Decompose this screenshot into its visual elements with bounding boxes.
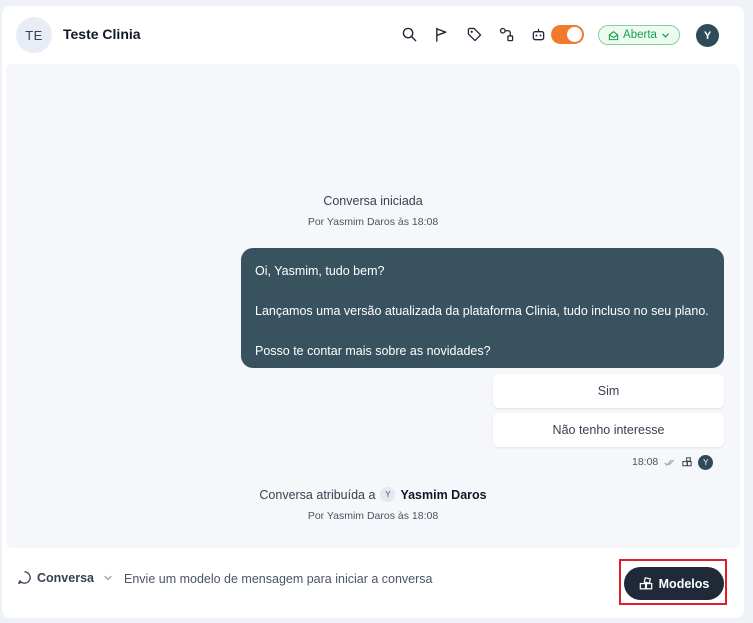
flag-icon[interactable] — [432, 25, 450, 43]
bot-icon[interactable] — [529, 25, 547, 43]
channel-label: Conversa — [37, 570, 94, 585]
assignee-avatar: Y — [380, 487, 396, 502]
template-icon — [682, 457, 692, 467]
templates-button-label: Modelos — [658, 576, 710, 591]
conversation-assigned-event: Conversa atribuída a Y Yasmim Daros — [6, 487, 740, 502]
conversation-started-title: Conversa iniciada — [323, 194, 423, 208]
conversation-started-subtitle: Por Yasmim Daros às 18:08 — [307, 216, 439, 228]
bot-toggle[interactable] — [551, 25, 584, 44]
message-line: Oi, Yasmim, tudo bem? — [255, 264, 385, 278]
tag-icon[interactable] — [465, 25, 483, 43]
message-meta: 18:08 Y — [632, 454, 714, 470]
quick-reply-sim[interactable]: Sim — [493, 374, 724, 408]
chat-bubble-icon — [17, 570, 32, 585]
status-dropdown[interactable]: Aberta — [598, 25, 680, 45]
user-avatar[interactable]: Y — [696, 24, 719, 47]
message-line: Posso te contar mais sobre as novidades? — [255, 344, 491, 358]
assignee-name: Yasmim Daros — [400, 487, 487, 502]
conversation-header: TE Teste Clinia Aberta Y — [2, 6, 744, 64]
contact-avatar[interactable]: TE — [16, 17, 52, 53]
composer-hint: Envie um modelo de mensagem para iniciar… — [124, 572, 433, 586]
channel-selector[interactable]: Conversa — [17, 570, 113, 585]
workflow-icon[interactable] — [497, 25, 515, 43]
chat-messages-area[interactable]: Conversa iniciada Por Yasmim Daros às 18… — [6, 64, 740, 548]
message-bubble[interactable]: Oi, Yasmim, tudo bem? Lançamos uma versã… — [241, 248, 724, 368]
conversation-assigned-subtitle: Por Yasmim Daros às 18:08 — [307, 510, 439, 522]
message-line: Lançamos uma versão atualizada da plataf… — [255, 304, 709, 318]
assigned-prefix: Conversa atribuída a — [259, 487, 376, 502]
chevron-down-icon — [103, 573, 113, 583]
status-label: Aberta — [623, 29, 657, 41]
sender-avatar: Y — [698, 454, 714, 470]
chevron-down-icon — [661, 31, 670, 40]
templates-button[interactable]: Modelos — [624, 567, 724, 600]
template-icon — [639, 576, 653, 591]
quick-reply-no-interest[interactable]: Não tenho interesse — [493, 413, 724, 447]
double-check-icon — [664, 458, 676, 467]
search-icon[interactable] — [400, 25, 418, 43]
contact-name[interactable]: Teste Clinia — [63, 26, 141, 42]
toggle-knob — [567, 27, 582, 42]
message-time: 18:08 — [632, 456, 659, 468]
conversation-panel: TE Teste Clinia Aberta Y Conversa inicia… — [2, 6, 744, 618]
envelope-open-icon — [608, 30, 619, 41]
